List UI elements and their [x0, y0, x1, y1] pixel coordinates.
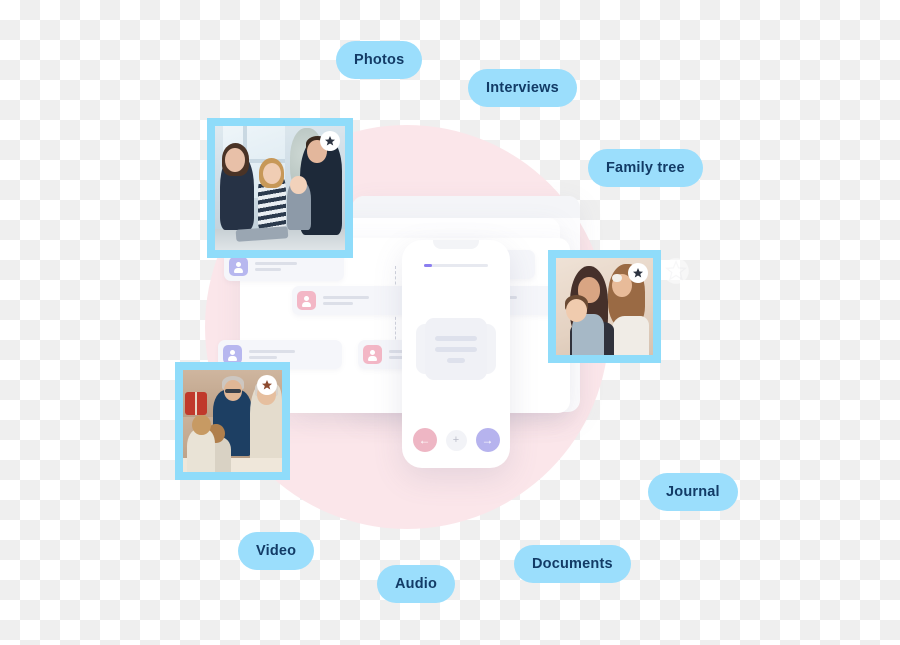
- star-icon: [628, 263, 648, 283]
- photo-card-family-reading[interactable]: [207, 118, 353, 258]
- tag-family-tree[interactable]: Family tree: [588, 149, 703, 187]
- tag-video[interactable]: Video: [238, 532, 315, 570]
- phone-action-bar: ← + →: [402, 428, 510, 452]
- phone-notch: [433, 240, 479, 249]
- arrow-right-icon[interactable]: →: [475, 428, 500, 452]
- tag-photos[interactable]: Photos: [336, 41, 423, 79]
- tree-node-lines: [255, 262, 297, 271]
- tag-journal[interactable]: Journal: [648, 473, 738, 511]
- person-avatar-icon: [297, 291, 316, 310]
- tree-node[interactable]: [292, 286, 412, 315]
- panel-header-bar: [352, 196, 580, 218]
- tag-documents[interactable]: Documents: [514, 545, 631, 583]
- progress-fill: [424, 264, 432, 267]
- phone-mockup: ← + →: [402, 240, 510, 468]
- plus-icon[interactable]: +: [445, 429, 467, 451]
- star-icon: [662, 257, 690, 285]
- person-avatar-icon: [363, 345, 382, 364]
- photo-card-mother-and-children[interactable]: [548, 250, 661, 363]
- tag-interviews[interactable]: Interviews: [468, 69, 577, 107]
- tree-node-lines: [323, 296, 369, 305]
- star-icon: [257, 375, 277, 395]
- tree-node-lines: [249, 350, 295, 359]
- phone-content-card: [416, 318, 496, 380]
- placeholder-line: [447, 357, 465, 363]
- photo-card-family-dinner[interactable]: [175, 362, 290, 480]
- placeholder-line: [435, 335, 477, 341]
- illustration-canvas: ← + → Photos Interviews Family tree Jour…: [0, 0, 900, 645]
- arrow-left-icon[interactable]: ←: [412, 428, 437, 452]
- placeholder-line: [435, 346, 477, 352]
- tag-audio[interactable]: Audio: [377, 565, 456, 603]
- phone-progress-bar: [424, 264, 488, 267]
- star-icon: [320, 131, 340, 151]
- content-card-front: [425, 318, 487, 380]
- person-avatar-icon: [229, 257, 248, 276]
